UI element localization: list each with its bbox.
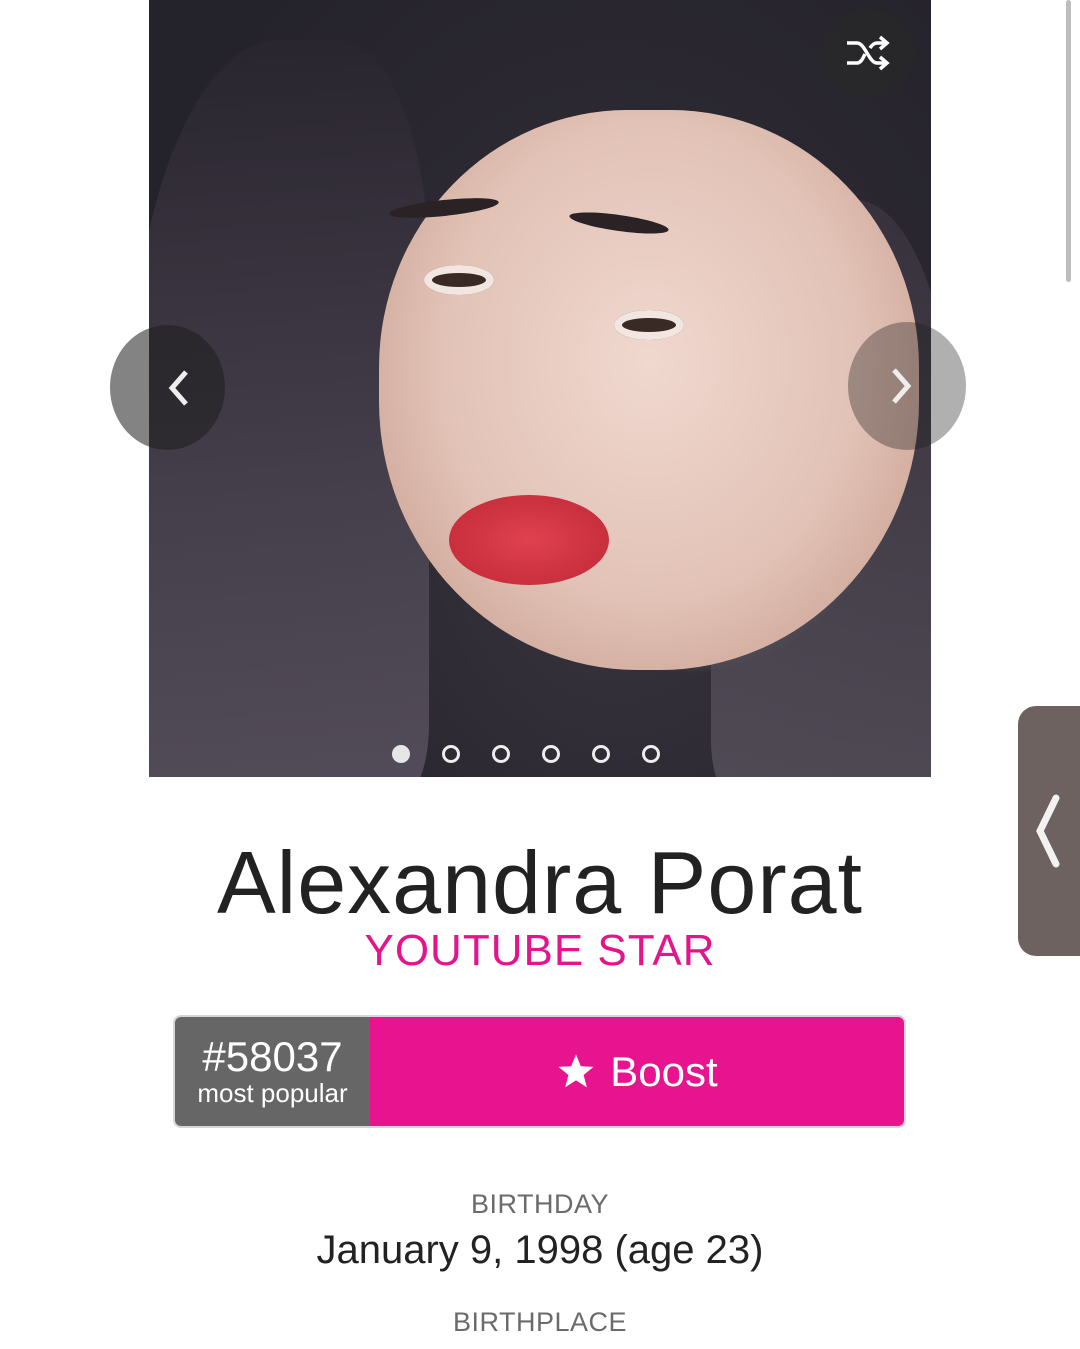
previous-photo-button[interactable]	[110, 325, 225, 450]
carousel-dot[interactable]	[492, 745, 510, 763]
birthday-label: BIRTHDAY	[470, 1189, 610, 1219]
chevron-left-icon	[168, 369, 188, 406]
rank-number: #58037	[202, 1033, 343, 1081]
boost-button[interactable]: Boost	[370, 1017, 904, 1126]
carousel-dot[interactable]	[442, 745, 460, 763]
photo-carousel-dots	[392, 745, 660, 763]
profile-profession[interactable]: YOUTUBE STAR	[0, 926, 1080, 976]
chevron-right-icon	[892, 368, 912, 404]
profile-name: Alexandra Porat	[216, 833, 864, 932]
photo-lips	[449, 495, 609, 585]
carousel-dot[interactable]	[642, 745, 660, 763]
carousel-dot[interactable]	[392, 745, 410, 763]
rank-label: most popular	[197, 1078, 348, 1109]
photo-face	[379, 110, 919, 670]
photo-eye-right	[614, 310, 684, 340]
shuffle-icon	[847, 35, 890, 71]
birthplace-label: BIRTHPLACE	[452, 1307, 628, 1337]
carousel-dot[interactable]	[592, 745, 610, 763]
popularity-bar: #58037 most popular Boost	[173, 1015, 906, 1128]
birthday-value: January 9, 1998 (age 23)	[316, 1228, 764, 1272]
page-scrollbar[interactable]	[1066, 0, 1071, 282]
shuffle-button[interactable]	[821, 9, 915, 97]
star-icon	[558, 1053, 594, 1087]
next-photo-button[interactable]	[848, 322, 966, 450]
profile-photo	[149, 0, 931, 777]
boost-label: Boost	[610, 1047, 718, 1095]
photo-eye-left	[424, 265, 494, 295]
popularity-rank[interactable]: #58037 most popular	[175, 1017, 370, 1126]
carousel-dot[interactable]	[542, 745, 560, 763]
